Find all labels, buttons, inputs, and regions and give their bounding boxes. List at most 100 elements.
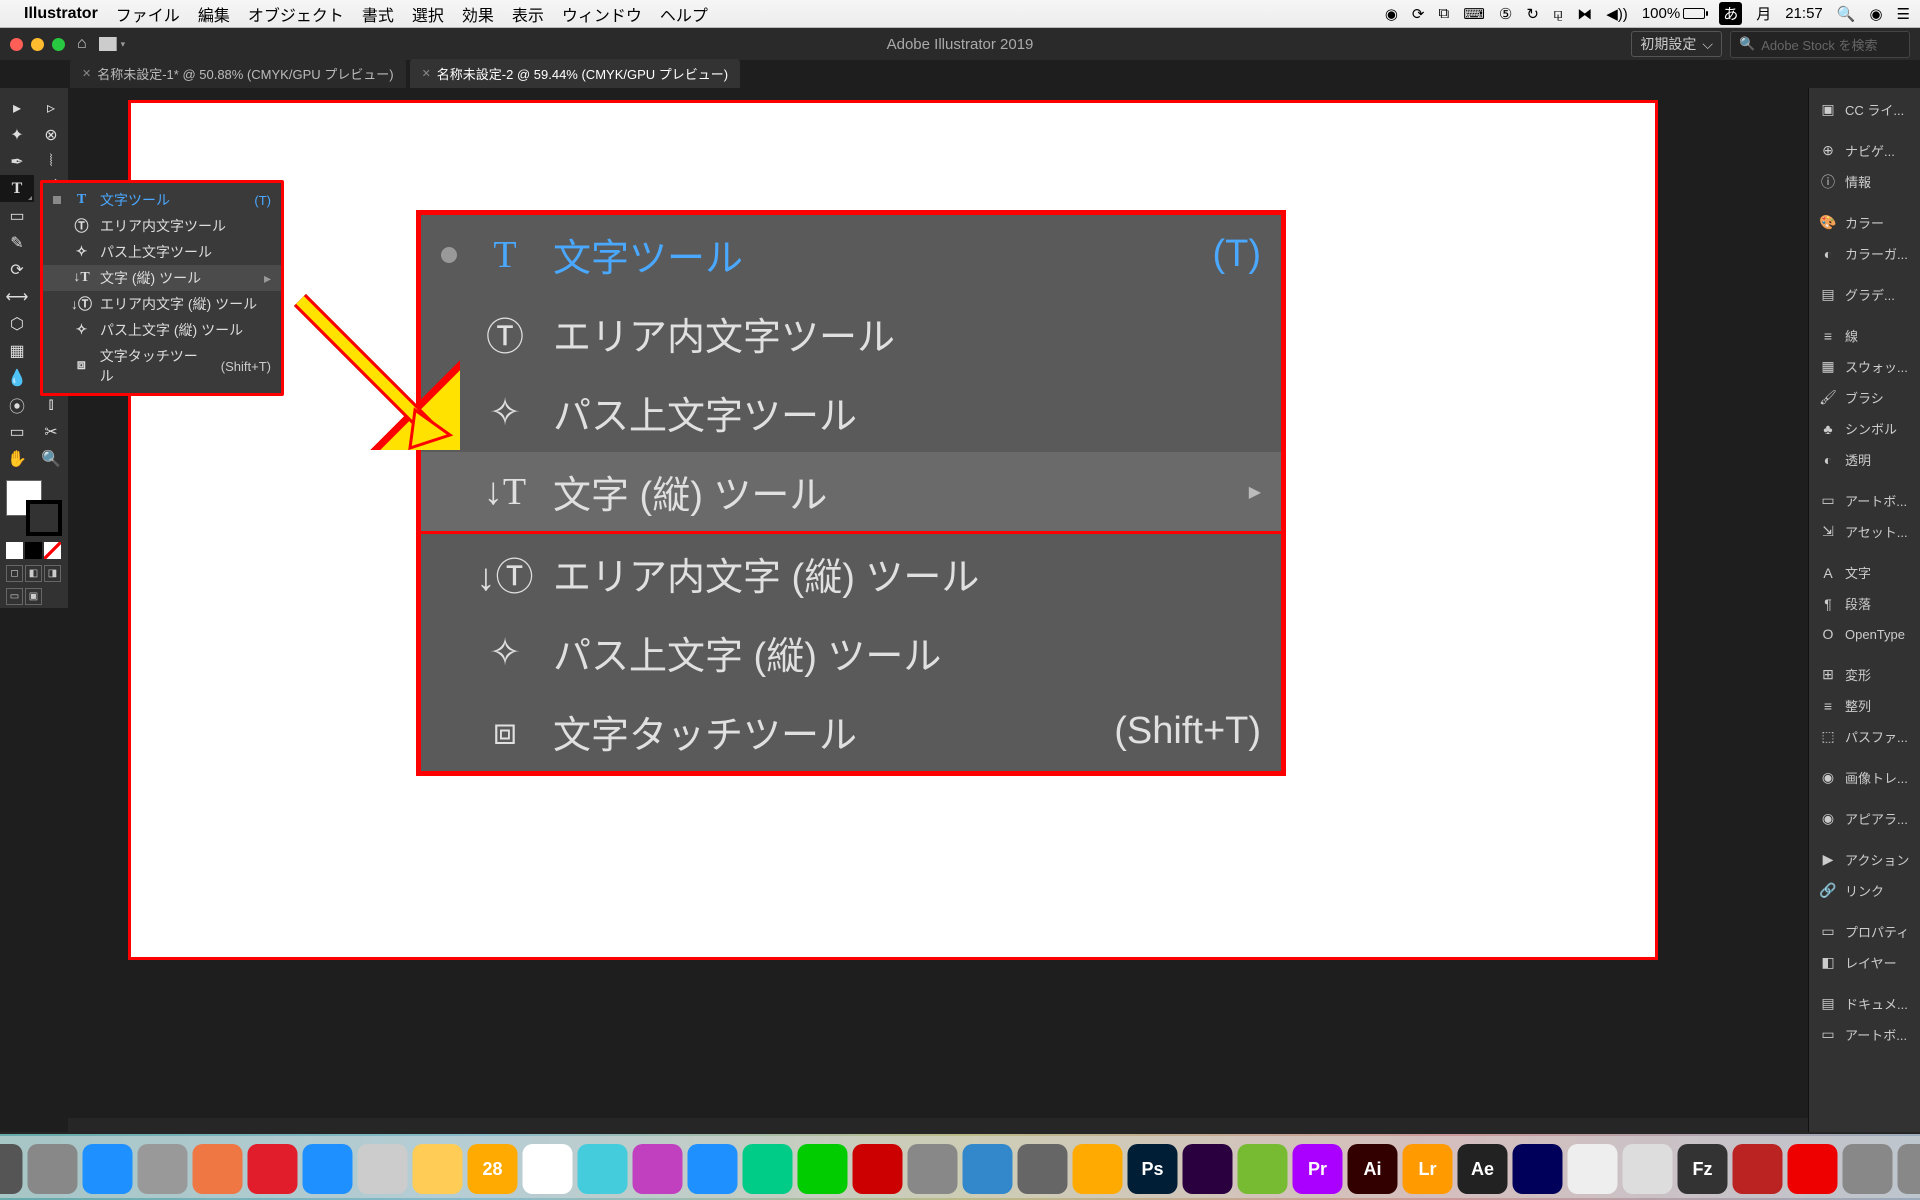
dock-app-icon[interactable] (1788, 1144, 1838, 1194)
pen-tool[interactable]: ✒ (0, 148, 34, 175)
panel-button[interactable]: ◉アピアラ... (1809, 803, 1920, 834)
lasso-tool[interactable]: ⊗ (34, 121, 68, 148)
dock-app-icon[interactable]: Ps (1128, 1144, 1178, 1194)
dock-app-icon[interactable] (28, 1144, 78, 1194)
dock-app-icon[interactable] (1733, 1144, 1783, 1194)
line-icon[interactable]: ◉ (1385, 5, 1398, 23)
magic-wand-tool[interactable]: ✦ (0, 121, 34, 148)
dock-app-icon[interactable]: Fz (1678, 1144, 1728, 1194)
dock-app-icon[interactable] (1513, 1144, 1563, 1194)
type-flyout-item-large[interactable]: ⧈文字タッチツール(Shift+T) (421, 692, 1281, 771)
panel-button[interactable]: OOpenType (1809, 619, 1920, 649)
dock-app-icon[interactable] (0, 1144, 23, 1194)
symbol-sprayer-tool[interactable]: ⦿ (0, 391, 34, 418)
stock-search-input[interactable]: 🔍Adobe Stock を検索 (1730, 31, 1910, 58)
sync-icon[interactable]: ⟳ (1412, 5, 1425, 23)
dock-app-icon[interactable] (1238, 1144, 1288, 1194)
type-flyout-item-large[interactable]: Ⓣエリア内文字ツール (421, 294, 1281, 373)
panel-button[interactable]: ▤グラデ... (1809, 279, 1920, 310)
panel-button[interactable]: ¶段落 (1809, 588, 1920, 619)
type-flyout-item[interactable]: T文字ツール(T) (43, 187, 281, 213)
mesh-tool[interactable]: ▦ (0, 337, 34, 364)
workspace-layout-icon[interactable] (99, 37, 117, 51)
type-flyout-item[interactable]: ↓T文字 (縦) ツール▸ (43, 265, 281, 291)
dock-app-icon[interactable] (523, 1144, 573, 1194)
dock-app-icon[interactable]: Lr (1403, 1144, 1453, 1194)
menu-select[interactable]: 選択 (412, 2, 444, 26)
panel-button[interactable]: 🎨カラー (1809, 207, 1920, 238)
document-tab[interactable]: ✕名称未設定-1* @ 50.88% (CMYK/GPU プレビュー) (70, 59, 406, 88)
battery-indicator[interactable]: 100% (1642, 5, 1705, 22)
dock-app-icon[interactable] (743, 1144, 793, 1194)
menu-help[interactable]: ヘルプ (660, 2, 708, 26)
type-tool[interactable]: T (0, 175, 34, 202)
timemachine-icon[interactable]: ↻ (1526, 5, 1539, 23)
close-window-button[interactable] (10, 38, 23, 51)
dock-app-icon[interactable] (1843, 1144, 1893, 1194)
dock-app-icon[interactable] (1018, 1144, 1068, 1194)
volume-icon[interactable]: ◀)) (1606, 5, 1628, 23)
panel-button[interactable]: A文字 (1809, 557, 1920, 588)
panel-button[interactable]: ▶アクション (1809, 844, 1920, 875)
panel-button[interactable]: ⊕ナビゲ... (1809, 135, 1920, 166)
artboard-tool[interactable]: ▭ (0, 418, 34, 445)
dock-app-icon[interactable] (1183, 1144, 1233, 1194)
workspace-caret-icon[interactable]: ▾ (121, 39, 126, 50)
menu-type[interactable]: 書式 (362, 2, 394, 26)
panel-button[interactable]: ♣シンボル (1809, 413, 1920, 444)
panel-button[interactable]: ▭アートボ... (1809, 485, 1920, 516)
dock-app-icon[interactable] (908, 1144, 958, 1194)
minimize-window-button[interactable] (31, 38, 44, 51)
direct-selection-tool[interactable]: ▹ (34, 94, 68, 121)
screen-mode-icons[interactable]: ▭▣ (6, 588, 68, 605)
wifi-icon[interactable]: ⧓ (1577, 5, 1592, 23)
ime-indicator[interactable]: あ (1719, 2, 1742, 25)
menu-window[interactable]: ウィンドウ (562, 2, 642, 26)
type-flyout-item[interactable]: Ⓣエリア内文字ツール (43, 213, 281, 239)
menu-edit[interactable]: 編集 (198, 2, 230, 26)
close-tab-icon[interactable]: ✕ (82, 67, 91, 80)
type-flyout-item-large[interactable]: T文字ツール(T) (421, 215, 1281, 294)
workspace-preset-dropdown[interactable]: 初期設定⌵ (1631, 31, 1722, 57)
menu-effect[interactable]: 効果 (462, 2, 494, 26)
zoom-tool[interactable]: 🔍 (34, 445, 68, 472)
panel-button[interactable]: ▤ドキュメ... (1809, 988, 1920, 1019)
fill-stroke-swatch[interactable] (6, 480, 62, 536)
dock-app-icon[interactable]: Ae (1458, 1144, 1508, 1194)
dock-app-icon[interactable] (963, 1144, 1013, 1194)
panel-button[interactable]: ⇲アセット... (1809, 516, 1920, 547)
dock-app-icon[interactable] (1898, 1144, 1920, 1194)
menu-view[interactable]: 表示 (512, 2, 544, 26)
panel-button[interactable]: 🖌ブラシ (1809, 382, 1920, 413)
close-tab-icon[interactable]: ✕ (422, 67, 431, 80)
app-name[interactable]: Illustrator (24, 5, 98, 23)
dock-app-icon[interactable] (193, 1144, 243, 1194)
dock-app-icon[interactable] (633, 1144, 683, 1194)
draw-mode-icons[interactable]: ◻◧◨ (6, 565, 68, 582)
dock-app-icon[interactable] (248, 1144, 298, 1194)
notification-icon[interactable]: ☰ (1897, 5, 1910, 23)
dock-app-icon[interactable] (1623, 1144, 1673, 1194)
type-flyout-item-large[interactable]: ↓T文字 (縦) ツール▶ (421, 452, 1281, 531)
menu-object[interactable]: オブジェクト (248, 2, 344, 26)
panel-button[interactable]: ≡整列 (1809, 690, 1920, 721)
selection-tool[interactable]: ▸ (0, 94, 34, 121)
panel-button[interactable]: ◧レイヤー (1809, 947, 1920, 978)
spotlight-icon[interactable]: 🔍 (1837, 5, 1856, 23)
panel-button[interactable]: ◉画像トレ... (1809, 762, 1920, 793)
shaper-tool[interactable]: ✎ (0, 229, 34, 256)
clock[interactable]: 21:57 (1785, 5, 1823, 22)
rotate-tool[interactable]: ⟳ (0, 256, 34, 283)
dock-app-icon[interactable] (1073, 1144, 1123, 1194)
date-day[interactable]: 月 (1756, 3, 1771, 24)
siri-icon[interactable]: ◉ (1869, 5, 1882, 23)
maximize-window-button[interactable] (52, 38, 65, 51)
panel-button[interactable]: ⓘ情報 (1809, 166, 1920, 197)
hand-tool[interactable]: ✋ (0, 445, 34, 472)
dock-app-icon[interactable] (413, 1144, 463, 1194)
type-flyout-item[interactable]: ✧パス上文字 (縦) ツール (43, 317, 281, 343)
panel-button[interactable]: ▭プロパティ (1809, 916, 1920, 947)
backup-icon[interactable]: ⑤ (1499, 5, 1512, 23)
menu-file[interactable]: ファイル (116, 2, 180, 26)
panel-button[interactable]: ⊞変形 (1809, 659, 1920, 690)
